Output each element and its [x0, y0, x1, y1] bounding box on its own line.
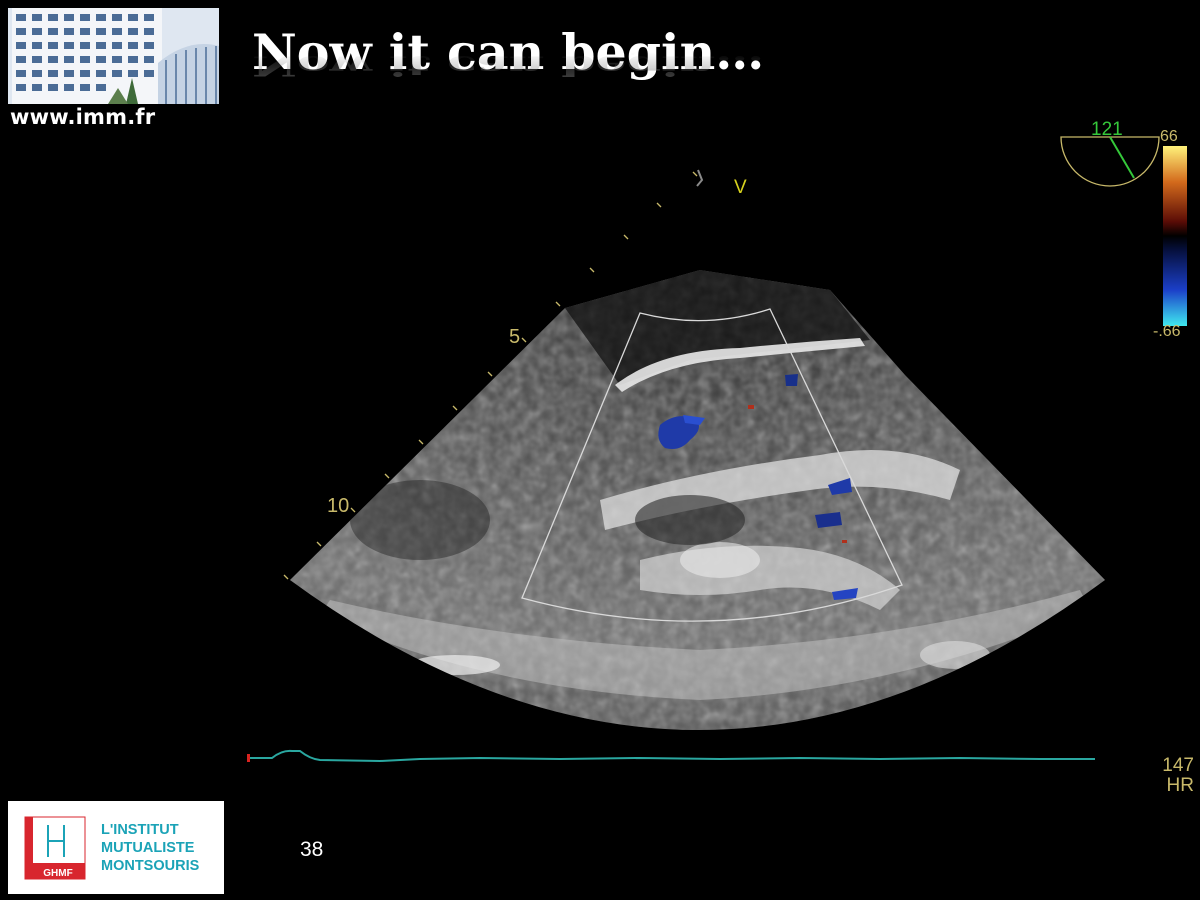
hr-label: HR [1166, 775, 1194, 796]
angle-value: 121 [1091, 119, 1123, 140]
logo-badge: GHMF [43, 868, 72, 879]
heart-rate-readout: 147 HR [1150, 756, 1194, 796]
ultrasound-sector [290, 270, 1105, 730]
angle-indicator [1060, 136, 1160, 187]
echo-image [247, 136, 1187, 763]
probe-marker [696, 169, 704, 187]
color-scale-bottom: -.66 [1153, 323, 1181, 340]
color-scale-top: 66 [1160, 128, 1178, 145]
ecg-trace [247, 749, 1095, 763]
hr-value: 147 [1162, 755, 1194, 776]
marker-v: V [734, 177, 747, 198]
imm-logo: GHMF L'INSTITUT MUTUALISTE MONTSOURIS [8, 801, 224, 894]
slide-number: 38 [300, 838, 324, 861]
logo-line-1: L'INSTITUT [101, 822, 179, 838]
depth-mark-10: 10 [327, 495, 350, 517]
logo-line-2: MUTUALISTE [101, 840, 195, 856]
color-scale-bar [1163, 146, 1187, 326]
logo-line-3: MONTSOURIS [101, 858, 200, 874]
depth-mark-5: 5 [509, 326, 521, 348]
logo-text: L'INSTITUT MUTUALISTE MONTSOURIS [101, 821, 199, 875]
